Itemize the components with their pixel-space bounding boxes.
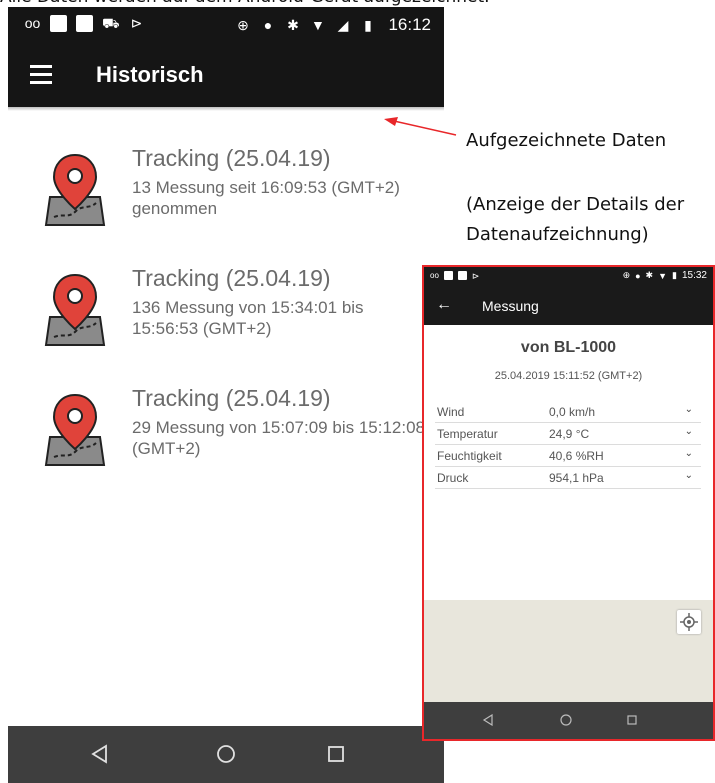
- location-icon: ●: [263, 16, 273, 33]
- battery-icon: ▮: [364, 16, 372, 33]
- recents-square-icon[interactable]: [326, 744, 346, 764]
- track-title: Tracking (25.04.19): [132, 265, 331, 291]
- home-circle-icon[interactable]: [216, 744, 236, 764]
- page-title: Historisch: [96, 62, 204, 87]
- play-icon: ⊳: [471, 271, 480, 281]
- sync-icon: ⊕: [622, 270, 631, 280]
- detail-status-bar: ᴏᴏ ⊳ ⊕ ● ✱ ▼ ▮ 15:32: [424, 267, 713, 287]
- location-icon: ●: [635, 270, 641, 281]
- row-value: 40,6 %RH: [549, 449, 604, 463]
- back-triangle-icon[interactable]: [90, 744, 110, 764]
- navigation-bar: [8, 726, 444, 783]
- activity-icon: [76, 15, 93, 32]
- track-description: 29 Messung von 15:07:09 bis 15:12:08 (GM…: [132, 418, 425, 458]
- measurement-row-humidity[interactable]: Feuchtigkeit 40,6 %RH ⌄: [435, 445, 701, 467]
- signal-icon: ◢: [337, 16, 349, 33]
- list-item[interactable]: Tracking (25.04.19) 136 Messung von 15:3…: [8, 265, 444, 375]
- row-value: 954,1 hPa: [549, 471, 604, 485]
- measurement-timestamp: 25.04.2019 15:11:52 (GMT+2): [494, 370, 643, 382]
- locate-icon[interactable]: [677, 610, 701, 634]
- measurement-table: Wind 0,0 km/h ⌄ Temperatur 24,9 °C ⌄ Feu…: [435, 401, 701, 489]
- track-description: 13 Messung seit 16:09:53 (GMT+2) genomme…: [132, 178, 400, 218]
- arrow-left-icon[interactable]: ←: [436, 296, 452, 314]
- track-list: Tracking (25.04.19) 13 Messung seit 16:0…: [8, 107, 444, 726]
- row-label: Druck: [437, 471, 469, 485]
- battery-icon: ▮: [672, 270, 677, 280]
- wifi-icon: ▼: [311, 16, 325, 33]
- status-bar: ᴏᴏ ⛟ ⊳ ⊕ ● ✱ ▼ ◢ ▮ 16:12: [8, 7, 444, 45]
- play-icon: ⊳: [130, 15, 143, 31]
- detail-navigation-bar: [424, 702, 713, 739]
- row-label: Temperatur: [437, 427, 498, 441]
- voicemail-icon: ᴏᴏ: [24, 15, 41, 31]
- track-title: Tracking (25.04.19): [132, 145, 331, 171]
- row-value: 24,9 °C: [549, 427, 590, 441]
- detail-title: Messung: [482, 298, 539, 314]
- map-pin-icon: [44, 273, 106, 346]
- measurement-row-pressure[interactable]: Druck 954,1 hPa ⌄: [435, 467, 701, 489]
- app-bar: Historisch: [8, 45, 444, 107]
- annotation-recorded: Aufgezeichnete Daten: [466, 130, 667, 151]
- home-circle-icon[interactable]: [560, 714, 572, 726]
- row-label: Wind: [437, 405, 465, 419]
- sync-icon: ⊕: [237, 16, 249, 33]
- back-triangle-icon[interactable]: [482, 714, 494, 726]
- wifi-icon: ▼: [658, 270, 668, 281]
- detail-status-clock: 15:32: [681, 270, 707, 281]
- row-value: 0,0 km/h: [549, 405, 596, 419]
- menu-icon[interactable]: [30, 65, 52, 85]
- list-item[interactable]: Tracking (25.04.19) 13 Messung seit 16:0…: [8, 145, 444, 255]
- track-title: Tracking (25.04.19): [132, 385, 331, 411]
- detail-screen: ᴏᴏ ⊳ ⊕ ● ✱ ▼ ▮ 15:32 ← Messung von BL-10…: [422, 265, 715, 741]
- device-name: von BL-1000: [520, 339, 617, 356]
- car-icon: ⛟: [102, 15, 120, 31]
- map-area[interactable]: [424, 600, 713, 702]
- detail-content: von BL-1000 25.04.2019 15:11:52 (GMT+2) …: [424, 325, 713, 600]
- activity-icon: [457, 271, 467, 280]
- annotation-arrow: [384, 117, 457, 136]
- measurement-row-temperature[interactable]: Temperatur 24,9 °C ⌄: [435, 423, 701, 445]
- list-item[interactable]: Tracking (25.04.19) 29 Messung von 15:07…: [8, 385, 444, 495]
- row-label: Feuchtigkeit: [437, 449, 502, 463]
- measurement-row-wind[interactable]: Wind 0,0 km/h ⌄: [435, 401, 701, 423]
- chevron-down-icon[interactable]: ⌄: [685, 426, 693, 437]
- recents-square-icon[interactable]: [626, 714, 638, 726]
- voicemail-icon: ᴏᴏ: [430, 271, 439, 280]
- status-clock: 16:12: [388, 15, 431, 34]
- map-pin-icon: [44, 153, 106, 226]
- track-description: 136 Messung von 15:34:01 bis 15:56:53 (G…: [132, 298, 364, 338]
- image-icon: [443, 271, 453, 280]
- map-pin-icon: [44, 393, 106, 466]
- detail-app-bar: ← Messung: [424, 287, 713, 325]
- image-icon: [50, 15, 67, 32]
- bluetooth-icon: ✱: [645, 270, 654, 280]
- main-phone-screen: ᴏᴏ ⛟ ⊳ ⊕ ● ✱ ▼ ◢ ▮ 16:12 Historisch Trac…: [8, 7, 444, 783]
- bluetooth-icon: ✱: [287, 16, 299, 33]
- chevron-down-icon[interactable]: ⌄: [685, 470, 693, 481]
- annotation-details: (Anzeige der Details der Datenaufzeichnu…: [466, 194, 685, 245]
- chevron-down-icon[interactable]: ⌄: [685, 404, 693, 415]
- chevron-down-icon[interactable]: ⌄: [685, 448, 693, 459]
